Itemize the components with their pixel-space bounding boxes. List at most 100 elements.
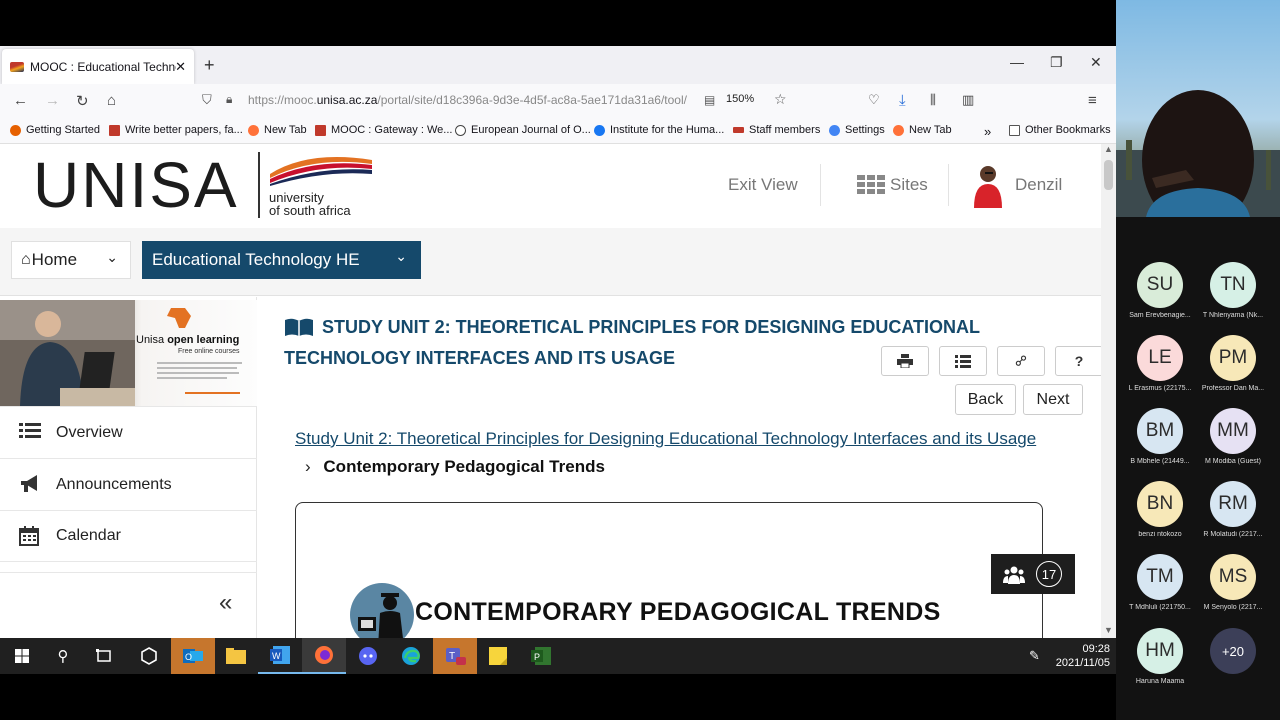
- banner-fine-print: [157, 362, 242, 364]
- site-label: Educational Technology HE: [152, 250, 360, 269]
- print-button[interactable]: [881, 346, 929, 376]
- bookmark-item[interactable]: New Tab: [248, 124, 307, 136]
- scroll-down-icon[interactable]: ▼: [1104, 625, 1113, 635]
- zoom-level[interactable]: 150%: [726, 93, 754, 105]
- edge-icon[interactable]: [389, 638, 433, 674]
- clock-time: 09:28: [1082, 643, 1110, 655]
- participant-avatar[interactable]: MS: [1210, 554, 1256, 600]
- close-window-icon[interactable]: ✕: [1090, 54, 1102, 71]
- logo-subtitle: university of south africa: [269, 190, 351, 218]
- outlook-icon[interactable]: O: [171, 638, 215, 674]
- sidebar-item-overview[interactable]: Overview: [0, 406, 257, 458]
- collapse-sidebar-icon[interactable]: «: [219, 589, 232, 617]
- bookmark-item[interactable]: New Tab: [893, 124, 952, 136]
- pocket-icon[interactable]: ♡: [868, 92, 880, 108]
- word-icon[interactable]: W: [258, 638, 302, 674]
- address-bar[interactable]: ⛉ 🔒︎ https://mooc.unisa.ac.za/portal/sit…: [196, 88, 796, 114]
- new-tab-icon[interactable]: +: [204, 55, 215, 76]
- participant-avatar[interactable]: BN: [1137, 481, 1183, 527]
- teams-icon[interactable]: T: [433, 638, 477, 674]
- svg-text:O: O: [185, 652, 192, 662]
- close-tab-icon[interactable]: ✕: [175, 59, 186, 75]
- bookmark-item[interactable]: Getting Started: [10, 124, 100, 136]
- participant-name: benzi ntokozo: [1138, 531, 1182, 538]
- help-button[interactable]: ?: [1055, 346, 1101, 376]
- participants-counter[interactable]: 17: [991, 554, 1075, 594]
- browser-window: MOOC : Educational Technolog ✕ + — ❐ ✕ ←…: [0, 46, 1116, 638]
- search-icon[interactable]: ⚲: [41, 638, 85, 674]
- sticky-notes-icon[interactable]: [476, 638, 520, 674]
- windows-start-icon[interactable]: [0, 638, 44, 674]
- download-icon[interactable]: ⤓: [899, 92, 906, 109]
- discord-icon[interactable]: [346, 638, 390, 674]
- bookmark-item[interactable]: Institute for the Huma...: [594, 124, 724, 136]
- sites-grid-icon[interactable]: [857, 175, 885, 200]
- firefox-icon[interactable]: [302, 638, 346, 674]
- scrollbar-thumb[interactable]: [1104, 160, 1113, 190]
- participant-avatar[interactable]: TM: [1137, 554, 1183, 600]
- sidebar-item-calendar[interactable]: Calendar: [0, 510, 257, 562]
- site-header: UNISA university of south africa Exit Vie…: [0, 144, 1101, 228]
- more-participants-button[interactable]: +20: [1210, 628, 1256, 674]
- chevron-down-icon: ⌄: [106, 249, 118, 265]
- participant-avatar[interactable]: RM: [1210, 481, 1256, 527]
- participant-name: L Erasmus (22175...: [1128, 385, 1192, 392]
- copy-link-button[interactable]: ⚯: [997, 346, 1045, 376]
- participant-avatar[interactable]: MM: [1210, 408, 1256, 454]
- star-icon[interactable]: ☆: [774, 91, 787, 108]
- menu-icon[interactable]: ≡: [1088, 92, 1097, 109]
- home-dropdown[interactable]: ⌂ Home ⌄: [11, 241, 131, 279]
- file-explorer-icon[interactable]: [214, 638, 258, 674]
- participant-avatar[interactable]: LE: [1137, 335, 1183, 381]
- scroll-up-icon[interactable]: ▲: [1104, 144, 1113, 154]
- participant-avatar[interactable]: TN: [1210, 262, 1256, 308]
- breadcrumb-link[interactable]: Study Unit 2: Theoretical Principles for…: [295, 429, 1036, 448]
- user-avatar[interactable]: [972, 164, 1004, 213]
- lock-icon[interactable]: 🔒︎: [226, 92, 232, 107]
- next-button[interactable]: Next: [1023, 384, 1083, 415]
- other-bookmarks[interactable]: Other Bookmarks: [1009, 124, 1111, 136]
- bookmark-item[interactable]: Settings: [829, 124, 885, 136]
- sidebar-item-announcements[interactable]: Announcements: [0, 458, 257, 510]
- user-name[interactable]: Denzil: [1015, 175, 1062, 195]
- shield-icon[interactable]: ⛉: [202, 92, 212, 108]
- bookmark-item[interactable]: MOOC : Gateway : We...: [315, 124, 452, 136]
- page-scrollbar[interactable]: ▲ ▼: [1101, 144, 1116, 638]
- pen-icon[interactable]: ✎: [1029, 648, 1040, 664]
- participant-name: B Mbhele (21449...: [1130, 458, 1190, 465]
- sites-link[interactable]: Sites: [890, 175, 928, 195]
- browser-tab[interactable]: MOOC : Educational Technolog ✕: [2, 49, 194, 84]
- app-hexagon-icon[interactable]: [127, 638, 171, 674]
- sidebar-toggle-icon[interactable]: ▥: [962, 92, 974, 108]
- participant-avatar[interactable]: BM: [1137, 408, 1183, 454]
- current-site-dropdown[interactable]: Educational Technology HE ⌄: [142, 241, 421, 279]
- bookmark-item[interactable]: European Journal of O...: [455, 124, 591, 136]
- more-bookmarks-icon[interactable]: »: [984, 124, 991, 139]
- participant-avatar[interactable]: SU: [1137, 262, 1183, 308]
- bookmark-item[interactable]: Write better papers, fa...: [109, 124, 243, 136]
- reload-icon[interactable]: ↻: [76, 92, 89, 110]
- clock[interactable]: 09:28 2021/11/05: [1056, 642, 1110, 670]
- open-learning-banner[interactable]: Unisa open learning Free online courses: [0, 300, 257, 406]
- home-icon[interactable]: ⌂: [107, 92, 116, 109]
- restore-icon[interactable]: ❐: [1050, 54, 1063, 71]
- exit-view-link[interactable]: Exit View: [728, 175, 798, 195]
- forward-arrow-icon[interactable]: →: [45, 92, 60, 109]
- table-of-contents-button[interactable]: [939, 346, 987, 376]
- library-icon[interactable]: ⫼: [930, 92, 936, 108]
- project-icon[interactable]: P: [519, 638, 563, 674]
- link-icon: ⚯: [1010, 350, 1032, 372]
- banner-fine-print: [185, 392, 240, 394]
- unisa-logo-swoosh-icon: [270, 157, 372, 186]
- reader-view-icon[interactable]: ▤: [704, 93, 715, 107]
- minimize-icon[interactable]: —: [1010, 54, 1024, 70]
- chevron-down-icon: ⌄: [395, 248, 407, 264]
- unisa-logo-text[interactable]: UNISA: [33, 148, 239, 222]
- participant-avatar[interactable]: PM: [1210, 335, 1256, 381]
- bookmark-item[interactable]: Staff members: [733, 124, 820, 136]
- task-view-icon[interactable]: [82, 638, 126, 674]
- back-button[interactable]: Back: [955, 384, 1016, 415]
- participant-name: M Modiba (Guest): [1204, 458, 1262, 465]
- participant-avatar[interactable]: HM: [1137, 628, 1183, 674]
- back-arrow-icon[interactable]: ←: [13, 92, 28, 109]
